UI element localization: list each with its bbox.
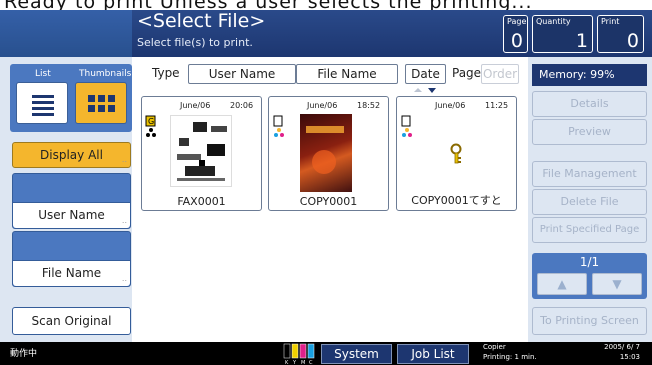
toner-bar xyxy=(307,343,315,359)
thumbnail-grid-icon xyxy=(88,95,115,112)
list-icon xyxy=(32,95,54,116)
file-name: COPY0001 xyxy=(299,195,358,208)
quantity-counter: Quantity 1 xyxy=(532,15,593,53)
corner-mark-icon: .. xyxy=(121,274,127,283)
file-management-label: File Management xyxy=(542,167,637,180)
toner-label: M xyxy=(301,360,305,365)
print-specified-page-button[interactable]: Print Specified Page xyxy=(532,217,647,243)
delete-file-button[interactable]: Delete File xyxy=(532,189,647,215)
print-counter: Print 0 xyxy=(597,15,644,53)
file-card-locked[interactable]: June/06 11:25 COPY0001てすと xyxy=(396,96,517,211)
job-list-button[interactable]: Job List xyxy=(397,344,469,364)
file-name: FAX0001 xyxy=(177,195,226,208)
toner-label: C xyxy=(309,360,313,365)
details-button[interactable]: Details xyxy=(532,91,647,117)
corner-mark-icon: .. xyxy=(121,216,127,225)
thumbnail-view-button[interactable] xyxy=(75,82,127,124)
status-text: 動作中 xyxy=(10,349,38,359)
file-date: June/06 xyxy=(307,101,338,110)
sort-arrows-icon xyxy=(414,88,436,93)
file-time: 18:52 xyxy=(357,101,381,110)
user-name-group: User Name .. xyxy=(12,173,131,229)
print-counter-value: 0 xyxy=(626,30,639,52)
copy-type-icon xyxy=(401,115,412,137)
type-column-label: Type xyxy=(152,66,180,80)
quantity-counter-label: Quantity xyxy=(536,17,571,26)
user-name-button[interactable]: User Name .. xyxy=(13,202,130,228)
page-indicator: 1/1 xyxy=(579,255,600,269)
file-card-fax[interactable]: June/06 20:06 G FAX0001 xyxy=(141,96,262,211)
time: 15:03 xyxy=(619,353,640,361)
preview-button[interactable]: Preview xyxy=(532,119,647,145)
page-title: <Select File> xyxy=(137,10,266,32)
file-date: June/06 xyxy=(180,101,211,110)
file-name-label: File Name xyxy=(41,266,102,280)
arrow-up-icon: ▲ xyxy=(557,277,567,291)
copier-printing-time: Printing: 1 min. xyxy=(483,353,537,361)
file-management-button[interactable]: File Management xyxy=(532,161,647,187)
page-subtitle: Select file(s) to print. xyxy=(137,36,253,49)
page-counter: Page 0 xyxy=(503,15,528,53)
toner-label: K xyxy=(285,360,289,365)
page-counter-label: Page xyxy=(507,17,527,26)
fax-thumbnail xyxy=(170,115,232,187)
page-column-label: Page xyxy=(452,66,482,80)
page-navigator: 1/1 ▲ ▼ xyxy=(532,253,647,299)
file-time: 11:25 xyxy=(485,101,509,110)
to-printing-screen-button[interactable]: To Printing Screen xyxy=(532,307,647,335)
page-counter-value: 0 xyxy=(510,30,523,52)
page-down-button[interactable]: ▼ xyxy=(592,273,642,295)
page-up-button[interactable]: ▲ xyxy=(537,273,587,295)
arrow-down-icon: ▼ xyxy=(612,277,622,291)
system-status-button[interactable]: System Status xyxy=(321,344,392,364)
sort-date-button[interactable]: Date xyxy=(405,64,446,84)
toner-indicator-icon: KYMC xyxy=(283,343,315,365)
corner-mark-icon: .. xyxy=(121,155,127,164)
toner-bar xyxy=(283,343,291,359)
toner-bar xyxy=(299,343,307,359)
copier-status: Copier Printing: 1 min. xyxy=(483,342,537,362)
memory-indicator: Memory: 99% xyxy=(532,64,647,86)
date: 2005/ 6/ 7 xyxy=(604,343,640,351)
toner-bar xyxy=(291,343,299,359)
file-time: 20:06 xyxy=(230,101,254,110)
order-button[interactable]: Order xyxy=(481,64,519,84)
header-left-panel xyxy=(0,10,132,57)
fax-type-icon: G xyxy=(145,115,156,137)
sort-file-name-button[interactable]: File Name xyxy=(296,64,398,84)
file-name-button[interactable]: File Name .. xyxy=(13,260,130,286)
file-name: COPY0001てすと xyxy=(411,194,502,207)
key-icon xyxy=(450,143,462,164)
sort-user-name-button[interactable]: User Name xyxy=(188,64,296,84)
list-view-button[interactable] xyxy=(16,82,68,124)
display-all-button[interactable]: Display All .. xyxy=(12,142,131,168)
quantity-counter-value: 1 xyxy=(575,30,588,52)
thumbnails-tab-label: Thumbnails xyxy=(79,69,132,79)
file-date: June/06 xyxy=(435,101,466,110)
copier-label: Copier xyxy=(483,343,506,351)
screen: Ready to print Unless a user selects the… xyxy=(0,0,652,365)
svg-text:G: G xyxy=(148,117,154,126)
user-name-label: User Name xyxy=(38,208,105,222)
scan-original-button[interactable]: Scan Original xyxy=(12,307,131,335)
sort-date-label: Date xyxy=(411,67,440,81)
print-counter-label: Print xyxy=(601,17,620,26)
datetime: 2005/ 6/ 7 15:03 xyxy=(580,342,640,362)
toner-label: Y xyxy=(292,360,297,365)
file-card-copy[interactable]: June/06 18:52 COPY0001 xyxy=(268,96,389,211)
top-text-bar: Ready to print Unless a user selects the… xyxy=(0,0,652,13)
list-tab-label: List xyxy=(35,69,51,79)
copy-photo-thumbnail xyxy=(300,114,352,192)
display-all-label: Display All xyxy=(40,148,103,162)
file-name-group: File Name .. xyxy=(12,231,131,287)
copy-type-icon xyxy=(273,115,284,137)
